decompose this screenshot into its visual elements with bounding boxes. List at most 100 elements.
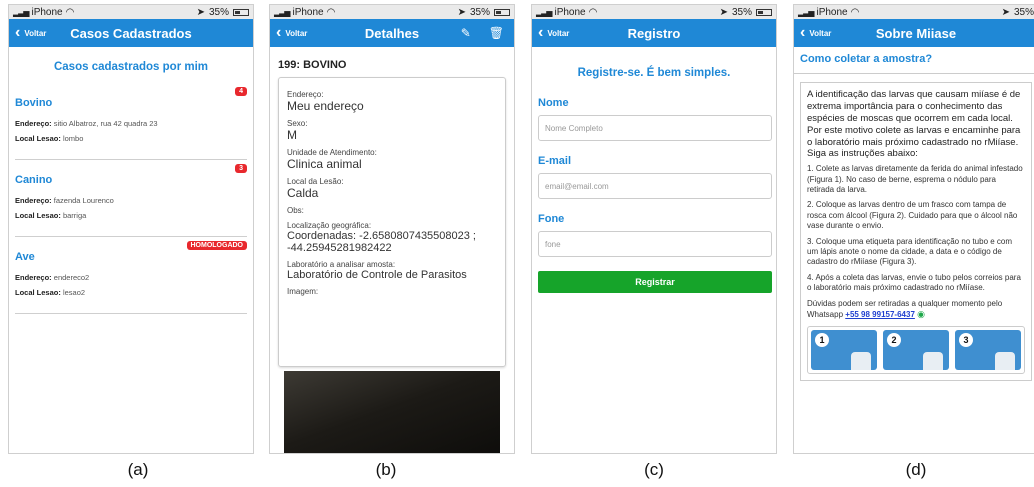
field-label: Laboratório a analisar amosta: <box>287 260 396 269</box>
figure-3: 3 <box>955 329 1021 370</box>
details-card: Endereço: Meu endereço Sexo: M Unidade d… <box>278 77 506 367</box>
wifi-icon: ◠ <box>588 6 598 18</box>
carrier-label: iPhone <box>554 6 586 18</box>
caption-c: (c) <box>644 460 664 479</box>
screen-registro: ▂▃▅ iPhone ◠ ➤ 35% ‹ Voltar Registro Registr… <box>531 4 777 454</box>
field-label: Sexo: <box>287 119 308 128</box>
phone-input[interactable] <box>538 231 772 257</box>
battery-icon <box>233 8 249 16</box>
chevron-left-icon: ‹ <box>276 24 282 41</box>
count-badge: 3 <box>235 164 247 173</box>
wifi-icon: ◠ <box>65 6 75 18</box>
chevron-left-icon: ‹ <box>800 24 806 41</box>
edit-pencil-icon[interactable]: ✎ <box>461 26 471 40</box>
wifi-icon: ◠ <box>326 6 336 18</box>
email-label: E-mail <box>538 155 572 167</box>
instruction-step: 3. Coloque uma etiqueta para identificaç… <box>807 236 1013 267</box>
field-value: Clinica animal <box>287 157 362 171</box>
field-value: Calda <box>287 186 319 200</box>
signal-icon: ▂▃▅ <box>536 7 553 17</box>
case-lesion: Local Lesao: barriga <box>15 211 87 220</box>
screen-detalhes: ▂▃▅ iPhone ◠ ➤ 35% ‹ Voltar Detalhes ✎ 🗑 199… <box>269 4 515 454</box>
contact-text: Dúvidas podem ser retiradas a qualquer m… <box>807 298 1003 319</box>
case-address: Endereço: fazenda Lourenco <box>15 196 114 205</box>
field-value: Coordenadas: -2.6580807435508023 ; -44.2… <box>287 230 476 254</box>
nav-bar: ‹ Voltar Registro <box>532 19 776 47</box>
back-button[interactable]: ‹ Voltar <box>800 25 831 41</box>
status-bar: ▂▃▅ iPhone ◠ ➤ 35% <box>794 5 1034 19</box>
caption-a: (a) <box>127 460 149 479</box>
back-button[interactable]: ‹ Voltar <box>15 25 46 41</box>
carrier-label: iPhone <box>816 6 848 18</box>
email-input[interactable] <box>538 173 772 199</box>
status-bar: ▂▃▅ iPhone ◠ ➤ 35% <box>270 5 514 19</box>
lesion-photo <box>284 371 500 453</box>
figure-1: 1 <box>811 329 877 370</box>
intro-text: A identificação das larvas que causam mi… <box>807 89 1021 160</box>
case-item-bovino[interactable]: 4 Bovino Endereço: sitio Albatroz, rua 4… <box>15 83 247 160</box>
instruction-step: 2. Coloque as larvas dentro de um frasco… <box>807 200 1018 231</box>
field-value: M <box>287 128 297 142</box>
location-icon: ➤ <box>1001 6 1010 18</box>
name-label: Nome <box>538 97 569 109</box>
location-icon: ➤ <box>719 6 728 18</box>
figure-2: 2 <box>883 329 949 370</box>
instruction-step: 1. Colete as larvas diretamente da ferid… <box>807 164 1023 195</box>
wifi-icon: ◠ <box>850 6 860 18</box>
name-input[interactable] <box>538 115 772 141</box>
section-heading: Como coletar a amostra? <box>794 47 1034 74</box>
field-label: Localização geográfica: <box>287 221 372 230</box>
case-lesion: Local Lesao: lombo <box>15 134 84 143</box>
nav-bar: ‹ Voltar Detalhes ✎ 🗑 <box>270 19 514 47</box>
caption-d: (d) <box>905 460 927 479</box>
nav-bar: ‹ Voltar Casos Cadastrados <box>9 19 253 47</box>
back-button[interactable]: ‹ Voltar <box>276 25 307 41</box>
field-label: Endereço: <box>287 90 324 99</box>
field-label: Obs: <box>287 206 304 215</box>
battery-label: 35% <box>731 6 752 18</box>
whatsapp-icon: ◉ <box>917 308 925 319</box>
instruction-step: 4. Após a coleta das larvas, envie o tub… <box>807 272 1021 293</box>
case-item-canino[interactable]: 3 Canino Endereço: fazenda Lourenco Loca… <box>15 160 247 237</box>
register-heading: Registre-se. É bem simples. <box>577 67 731 79</box>
case-item-ave[interactable]: HOMOLOGADO Ave Endereço: endereco2 Local… <box>15 237 247 314</box>
phone-label: Fone <box>538 213 565 225</box>
screen-casos-cadastrados: ▂▃▅ iPhone ◠ ➤ 35% ‹ Voltar Casos Cadastrado… <box>8 4 254 454</box>
back-button[interactable]: ‹ Voltar <box>538 25 569 41</box>
signal-icon: ▂▃▅ <box>274 7 291 17</box>
battery-label: 35% <box>208 6 229 18</box>
case-name: Ave <box>15 251 35 263</box>
screen-sobre-miiase: ▂▃▅ iPhone ◠ ➤ 35% ‹ Voltar Sobre Miiase Com… <box>793 4 1034 454</box>
signal-icon: ▂▃▅ <box>13 7 30 17</box>
carrier-label: iPhone <box>31 6 63 18</box>
whatsapp-link[interactable]: +55 98 99157-6437 <box>845 310 915 319</box>
case-title: 199: BOVINO <box>278 59 347 71</box>
case-name: Bovino <box>15 97 53 109</box>
case-address: Endereço: sitio Albatroz, rua 42 quadra … <box>15 119 158 128</box>
case-address: Endereço: endereco2 <box>15 273 90 282</box>
field-label: Local da Lesão: <box>287 177 344 186</box>
trash-icon[interactable]: 🗑 <box>489 26 504 40</box>
chevron-left-icon: ‹ <box>538 24 544 41</box>
field-value: Meu endereço <box>287 99 364 113</box>
image-label: Imagem: <box>287 287 319 296</box>
carrier-label: iPhone <box>292 6 324 18</box>
chevron-left-icon: ‹ <box>15 24 21 41</box>
battery-icon <box>756 8 772 16</box>
section-heading: Casos cadastrados por mim <box>53 61 209 73</box>
caption-b: (b) <box>375 460 397 479</box>
count-badge: 4 <box>235 87 247 96</box>
status-bar: ▂▃▅ iPhone ◠ ➤ 35% <box>532 5 776 19</box>
status-badge: HOMOLOGADO <box>186 241 247 250</box>
field-label: Unidade de Atendimento: <box>287 148 377 157</box>
battery-icon <box>494 8 510 16</box>
status-bar: ▂▃▅ iPhone ◠ ➤ 35% <box>9 5 253 19</box>
case-name: Canino <box>15 174 53 186</box>
case-lesion: Local Lesao: lesao2 <box>15 288 86 297</box>
register-button[interactable]: Registrar <box>538 271 772 293</box>
battery-label: 35% <box>469 6 490 18</box>
location-icon: ➤ <box>196 6 205 18</box>
nav-bar: ‹ Voltar Sobre Miiase <box>794 19 1034 47</box>
instructions-box: A identificação das larvas que causam mi… <box>800 82 1032 381</box>
location-icon: ➤ <box>457 6 466 18</box>
